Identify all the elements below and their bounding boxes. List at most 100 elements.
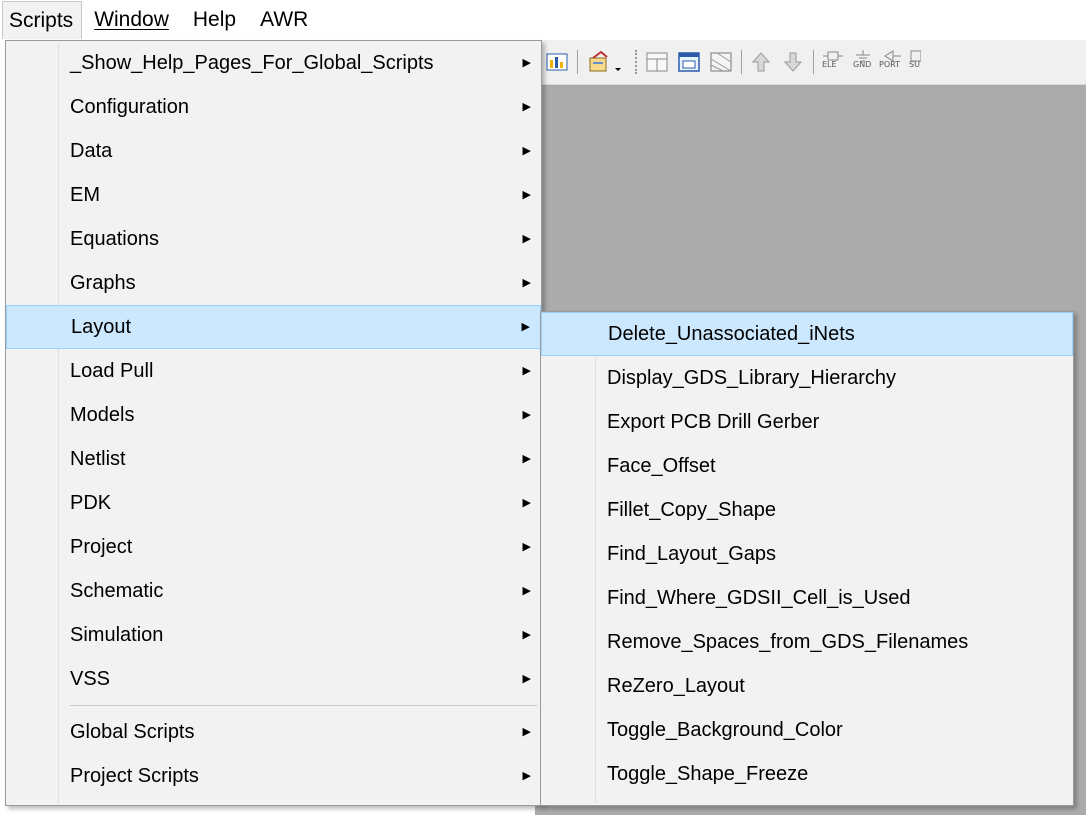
submenu-item-item-label: Face_Offset [607, 455, 716, 477]
submenu-item-remove-spaces-from-gds-filenames[interactable]: Remove_Spaces_from_GDS_Filenames [541, 620, 1073, 664]
scripts-menu: _Show_Help_Pages_For_Global_Scripts ▶ Conf… [5, 40, 542, 806]
submenu-item-item-label: Remove_Spaces_from_GDS_Filenames [607, 631, 969, 653]
menu-item-item-label: PDK [70, 492, 112, 514]
submenu-arrow-icon: ▶ [522, 541, 531, 553]
submenu-item-display-gds-library-hierarchy[interactable]: Display_GDS_Library_Hierarchy [541, 356, 1073, 400]
submenu-arrow-icon: ▶ [522, 101, 531, 113]
submenu-item-item-label: Toggle_Background_Color [607, 719, 843, 741]
toolbar: ELE GND PORT SU [535, 40, 1086, 85]
menu-item-simulation[interactable]: Simulation ▶ [6, 613, 541, 657]
menu-item-item-label: Global Scripts [70, 721, 195, 743]
submenu-item-delete-unassociated-inets[interactable]: Delete_Unassociated_iNets [541, 312, 1073, 356]
toolbar-separator [813, 50, 814, 74]
menu-item-item-label: Models [70, 404, 135, 426]
menu-separator [6, 701, 541, 710]
submenu-arrow-icon: ▶ [522, 145, 531, 157]
submenu-arrow-icon: ▶ [522, 629, 531, 641]
menu-item-item-label: Simulation [70, 624, 164, 646]
submenu-arrow-icon: ▶ [522, 453, 531, 465]
menu-item-global-scripts[interactable]: Global Scripts ▶ [6, 710, 541, 754]
submenu-item-fillet-copy-shape[interactable]: Fillet_Copy_Shape [541, 488, 1073, 532]
submenu-arrow-icon: ▶ [522, 233, 531, 245]
submenu-arrow-icon: ▶ [522, 277, 531, 289]
menu-item-layout[interactable]: Layout ▶ [6, 305, 541, 349]
menu-item-item-label: Project [70, 536, 133, 558]
toolbar-separator [577, 50, 578, 74]
arrow-up-icon[interactable] [749, 50, 773, 74]
wizard-icon[interactable] [587, 50, 611, 74]
menu-item-schematic[interactable]: Schematic ▶ [6, 569, 541, 613]
submenu-item-item-label: Find_Layout_Gaps [607, 543, 777, 565]
submenu-item-item-label: Find_Where_GDSII_Cell_is_Used [607, 587, 911, 609]
layout-submenu: Delete_Unassociated_iNets Display_GDS_Lib… [540, 311, 1074, 806]
menu-item-models[interactable]: Models ▶ [6, 393, 541, 437]
menu-item-data[interactable]: Data ▶ [6, 129, 541, 173]
submenu-arrow-icon: ▶ [522, 585, 531, 597]
subcircuit-label: SU [909, 60, 920, 69]
submenu-item-item-label: Fillet_Copy_Shape [607, 499, 776, 521]
menu-item-vss[interactable]: VSS ▶ [6, 657, 541, 701]
arrow-down-icon[interactable] [781, 50, 805, 74]
submenu-arrow-icon: ▶ [521, 321, 530, 333]
menu-window[interactable]: Window [82, 1, 181, 39]
element-label: ELE [822, 60, 837, 69]
schematic-icon[interactable] [645, 50, 669, 74]
submenu-arrow-icon: ▶ [522, 409, 531, 421]
menu-help-label: Help [192, 8, 237, 31]
submenu-item-find-where-gdsii-cell-is-used[interactable]: Find_Where_GDSII_Cell_is_Used [541, 576, 1073, 620]
menu-help[interactable]: Help [181, 1, 248, 39]
menu-item-item-label: Netlist [70, 448, 126, 470]
menu-item-item-label: VSS [70, 668, 111, 690]
submenu-item-toggle-background-color[interactable]: Toggle_Background_Color [541, 708, 1073, 752]
menu-item-load-pull[interactable]: Load Pull ▶ [6, 349, 541, 393]
submenu-arrow-icon: ▶ [522, 673, 531, 685]
menu-item-item-label: _Show_Help_Pages_For_Global_Scripts [70, 52, 434, 74]
submenu-arrow-icon: ▶ [522, 497, 531, 509]
dropdown-arrow-icon[interactable] [613, 50, 623, 74]
menu-item-item-label: Data [70, 140, 113, 162]
window-layout-icon[interactable] [677, 50, 701, 74]
port-label: PORT [879, 60, 900, 69]
submenu-item-item-label: ReZero_Layout [607, 675, 745, 697]
menu-awr[interactable]: AWR [248, 1, 320, 39]
bar-chart-icon[interactable] [545, 50, 569, 74]
submenu-arrow-icon: ▶ [522, 57, 531, 69]
menu-item-item-label: Configuration [70, 96, 189, 118]
menu-item-project-scripts[interactable]: Project Scripts ▶ [6, 754, 541, 798]
submenu-item-rezero-layout[interactable]: ReZero_Layout [541, 664, 1073, 708]
menu-item-equations[interactable]: Equations ▶ [6, 217, 541, 261]
menu-item-em[interactable]: EM ▶ [6, 173, 541, 217]
toolbar-separator [741, 50, 742, 74]
menu-window-label: Window [94, 8, 169, 31]
menu-bar: Scripts Window Help AWR [0, 0, 1086, 40]
menu-item-project[interactable]: Project ▶ [6, 525, 541, 569]
submenu-arrow-icon: ▶ [522, 726, 531, 738]
menu-item-item-label: Graphs [70, 272, 136, 294]
menu-item-graphs[interactable]: Graphs ▶ [6, 261, 541, 305]
menu-item-configuration[interactable]: Configuration ▶ [6, 85, 541, 129]
menu-item-item-label: EM [70, 184, 100, 206]
menu-scripts[interactable]: Scripts [2, 1, 83, 39]
menu-item-pdk[interactable]: PDK ▶ [6, 481, 541, 525]
submenu-item-export-pcb-drill-gerber[interactable]: Export PCB Drill Gerber [541, 400, 1073, 444]
submenu-item-face-offset[interactable]: Face_Offset [541, 444, 1073, 488]
tile-windows-icon[interactable] [709, 50, 733, 74]
menu-item-item-label: Project Scripts [70, 765, 199, 787]
toolbar-grip[interactable] [635, 50, 639, 74]
submenu-item-find-layout-gaps[interactable]: Find_Layout_Gaps [541, 532, 1073, 576]
menu-item-show-help-pages-for-global-scripts[interactable]: _Show_Help_Pages_For_Global_Scripts ▶ [6, 41, 541, 85]
submenu-arrow-icon: ▶ [522, 189, 531, 201]
menu-awr-label: AWR [260, 8, 309, 31]
submenu-arrow-icon: ▶ [522, 365, 531, 377]
menu-item-item-label: Load Pull [70, 360, 154, 382]
menu-item-item-label: Layout [71, 316, 132, 338]
submenu-item-toggle-shape-freeze[interactable]: Toggle_Shape_Freeze [541, 752, 1073, 796]
menu-item-item-label: Equations [70, 228, 159, 250]
menu-item-item-label: Schematic [70, 580, 164, 602]
menu-item-netlist[interactable]: Netlist ▶ [6, 437, 541, 481]
submenu-item-item-label: Export PCB Drill Gerber [607, 411, 820, 433]
submenu-arrow-icon: ▶ [522, 770, 531, 782]
submenu-item-item-label: Toggle_Shape_Freeze [607, 763, 809, 785]
submenu-item-item-label: Delete_Unassociated_iNets [608, 323, 855, 345]
ground-label: GND [853, 60, 872, 69]
